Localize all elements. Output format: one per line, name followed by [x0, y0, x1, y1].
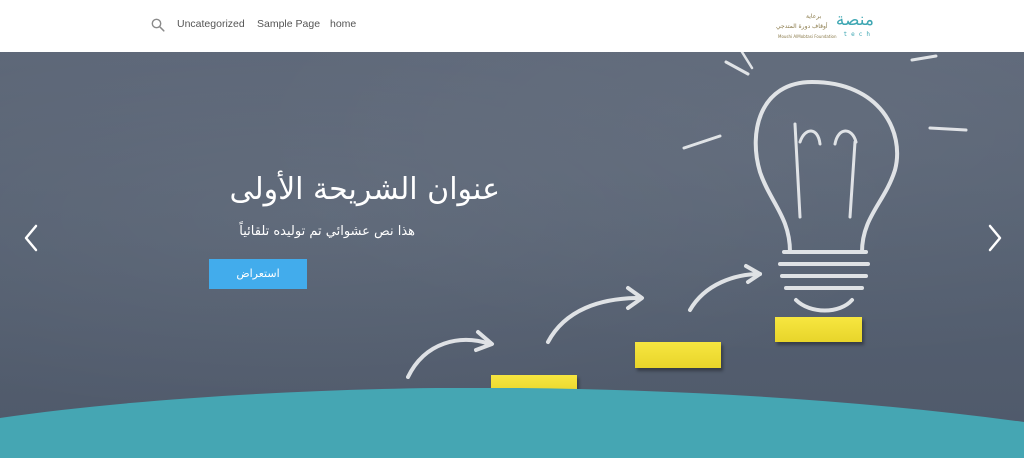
chevron-left-icon[interactable]: [20, 222, 42, 254]
hero-slider: عنوان الشريحة الأولى هذا نص عشوائي تم تو…: [0, 52, 1024, 458]
slide-title: عنوان الشريحة الأولى: [229, 172, 500, 207]
logo-main-text: منصة: [835, 10, 874, 30]
logo-tech-text: tech: [843, 31, 874, 38]
logo-sponsor-name: أوقاف دورة المتدجي: [776, 23, 828, 30]
nav-link-home[interactable]: home: [330, 18, 356, 30]
slide-text: هذا نص عشوائي تم توليده تلقائياً: [239, 224, 415, 239]
nav-link-sample-page[interactable]: Sample Page: [257, 18, 320, 30]
site-logo[interactable]: منصة tech برعاية أوقاف دورة المتدجي Mous…: [770, 10, 880, 44]
chevron-right-icon[interactable]: [984, 222, 1006, 254]
search-icon[interactable]: [151, 18, 165, 32]
logo-sponsor-label: برعاية: [806, 13, 822, 20]
logo-sponsor-english: Moushi AlMobtasi Foundation: [778, 34, 837, 39]
yellow-step-block-2: [635, 342, 721, 368]
slide-button[interactable]: استعراض: [209, 259, 307, 289]
site-header: Uncategorized Sample Page home منصة tech…: [0, 0, 1024, 52]
yellow-step-block-3: [775, 317, 862, 342]
nav-link-uncategorized[interactable]: Uncategorized: [177, 18, 245, 30]
hero-bottom-wave: [0, 388, 1024, 458]
